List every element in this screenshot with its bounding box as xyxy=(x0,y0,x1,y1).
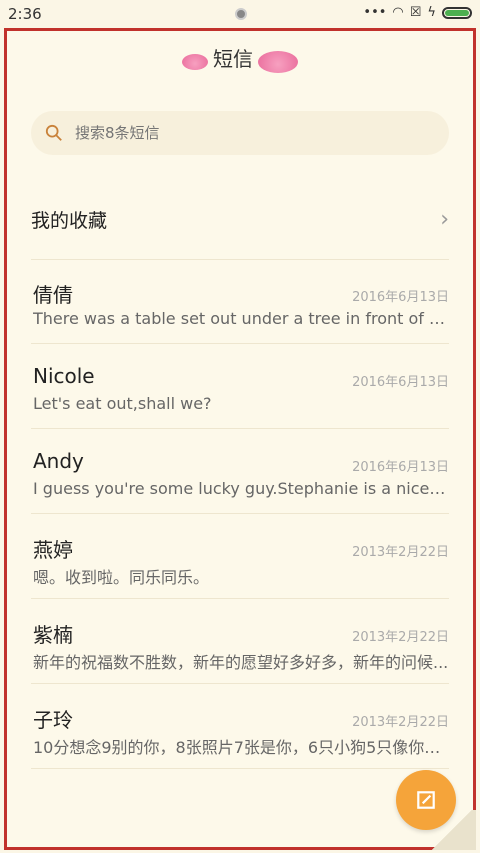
camera-icon xyxy=(235,8,247,20)
message-snippet: 10分想念9别的你，8张照片7张是你，6只小狗5只像你，4... xyxy=(33,738,449,757)
message-date: 2013年2月22日 xyxy=(352,545,449,560)
message-snippet: 嗯。收到啦。同乐同乐。 xyxy=(33,568,210,587)
message-snippet: There was a table set out under a tree i… xyxy=(33,309,449,328)
app-frame: 短信 我的收藏 › 倩倩 2016年6月13日 There was a tabl… xyxy=(4,28,476,850)
list-item[interactable]: 紫楠 2013年2月22日 新年的祝福数不胜数，新年的愿望好多好多，新年的问候.… xyxy=(31,599,449,684)
status-time: 2:36 xyxy=(8,5,42,23)
list-item[interactable]: Nicole 2016年6月13日 Let's eat out,shall we… xyxy=(31,344,449,429)
message-snippet: I guess you're some lucky guy.Stephanie … xyxy=(33,479,449,498)
message-date: 2013年2月22日 xyxy=(352,715,449,730)
favorites-row[interactable]: 我的收藏 › xyxy=(31,179,449,260)
header: 短信 xyxy=(7,43,473,73)
wifi-icon: ◠ xyxy=(392,5,404,20)
compose-button[interactable] xyxy=(396,770,456,830)
message-date: 2016年6月13日 xyxy=(352,460,449,475)
lotus-icon xyxy=(181,53,208,70)
charging-icon: ϟ xyxy=(427,5,436,20)
page-title: 短信 xyxy=(213,47,253,71)
search-input[interactable] xyxy=(73,123,377,143)
conversation-list: 倩倩 2016年6月13日 There was a table set out … xyxy=(31,259,449,769)
message-snippet: Let's eat out,shall we? xyxy=(33,394,212,413)
contact-name: 燕婷 xyxy=(33,538,73,562)
contact-name: 子玲 xyxy=(33,708,73,732)
search-icon xyxy=(45,124,62,141)
list-item[interactable]: 子玲 2013年2月22日 10分想念9别的你，8张照片7张是你，6只小狗5只像… xyxy=(31,684,449,769)
lotus-icon xyxy=(258,50,299,73)
status-bar: 2:36 ••• ◠ ☒ ϟ xyxy=(0,0,480,28)
chevron-right-icon: › xyxy=(440,206,449,232)
status-icons: ••• ◠ ☒ ϟ xyxy=(363,5,472,20)
favorites-label: 我的收藏 xyxy=(31,209,108,232)
message-snippet: 新年的祝福数不胜数，新年的愿望好多好多，新年的问候... xyxy=(33,653,449,672)
search-bar[interactable] xyxy=(31,111,449,155)
compose-icon xyxy=(417,791,435,809)
message-date: 2013年2月22日 xyxy=(352,630,449,645)
more-icon: ••• xyxy=(363,5,387,20)
message-date: 2016年6月13日 xyxy=(352,290,449,305)
contact-name: Nicole xyxy=(33,364,95,388)
list-item[interactable]: Andy 2016年6月13日 I guess you're some luck… xyxy=(31,429,449,514)
battery-icon xyxy=(442,6,472,19)
list-item[interactable]: 倩倩 2016年6月13日 There was a table set out … xyxy=(31,259,449,344)
contact-name: 紫楠 xyxy=(33,623,73,647)
sim-icon: ☒ xyxy=(409,5,422,20)
contact-name: Andy xyxy=(33,449,84,473)
message-date: 2016年6月13日 xyxy=(352,375,449,390)
contact-name: 倩倩 xyxy=(33,283,73,307)
list-item[interactable]: 燕婷 2013年2月22日 嗯。收到啦。同乐同乐。 xyxy=(31,514,449,599)
